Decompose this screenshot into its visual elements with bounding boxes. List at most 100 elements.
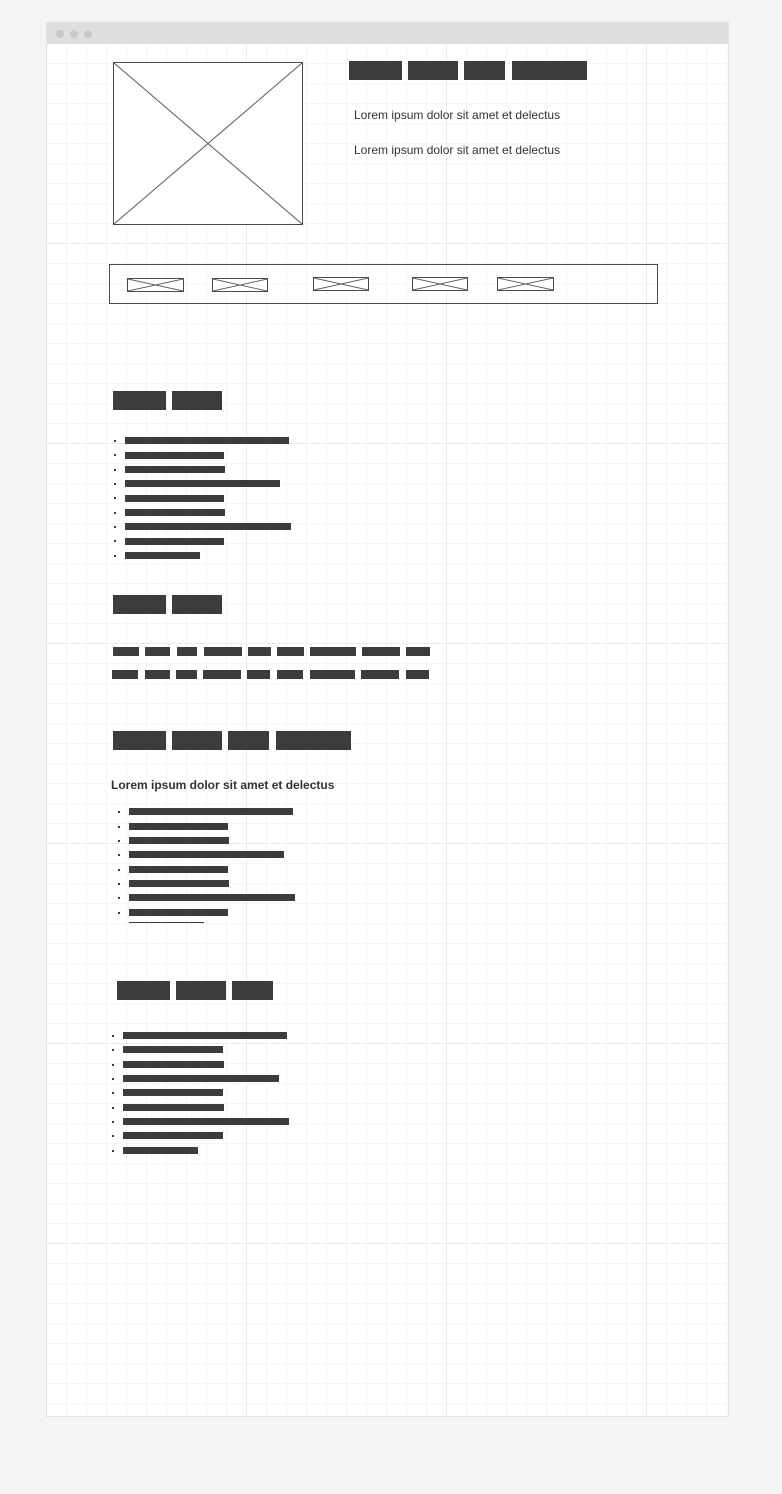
heading-word [113, 595, 166, 614]
bullet-icon [114, 454, 116, 456]
text-word [277, 670, 303, 679]
hero-title-word [464, 61, 505, 80]
bullet-icon [112, 1035, 114, 1037]
text-word [112, 670, 138, 679]
bullet-icon [118, 883, 120, 885]
heading-word [276, 731, 351, 750]
bullet-icon [112, 1135, 114, 1137]
hero-title-word [349, 61, 402, 80]
text-word [406, 670, 429, 679]
text-word [145, 670, 170, 679]
list-item [123, 1032, 287, 1039]
bullet-icon [114, 540, 116, 542]
thumb-2-image-placeholder-icon[interactable] [212, 278, 268, 292]
list-item [129, 880, 229, 887]
text-word [361, 670, 399, 679]
bullet-icon [114, 526, 116, 528]
list-item [129, 837, 229, 844]
list-item [123, 1046, 223, 1053]
bullet-icon [112, 1078, 114, 1080]
bullet-icon [118, 854, 120, 856]
heading-word [113, 391, 166, 410]
thumb-5-image-placeholder-icon[interactable] [497, 277, 554, 291]
list-item [125, 480, 280, 487]
text-word [406, 647, 430, 656]
list-item [129, 894, 295, 901]
wireframe-canvas: Lorem ipsum dolor sit amet et delectus L… [47, 44, 728, 1416]
bullet-icon [118, 912, 120, 914]
bullet-icon [118, 869, 120, 871]
thumb-1-image-placeholder-icon[interactable] [127, 278, 184, 292]
text-word [277, 647, 304, 656]
bullet-icon [112, 1150, 114, 1152]
heading-word [172, 731, 222, 750]
text-word [362, 647, 400, 656]
list-item [123, 1089, 223, 1096]
bullet-icon [112, 1107, 114, 1109]
text-word [203, 670, 241, 679]
text-word [310, 670, 355, 679]
list-item [123, 1118, 289, 1125]
bullet-icon [114, 497, 116, 499]
list-item [129, 851, 284, 858]
bullet-icon [114, 512, 116, 514]
text-word [248, 647, 271, 656]
bullet-icon [112, 1121, 114, 1123]
list-item [125, 523, 291, 530]
bullet-icon [118, 811, 120, 813]
window-minimize-dot[interactable] [70, 30, 78, 38]
hero-title-word [408, 61, 458, 80]
bullet-icon [112, 1092, 114, 1094]
window-maximize-dot[interactable] [84, 30, 92, 38]
bullet-icon [118, 826, 120, 828]
hero-title-word [512, 61, 587, 80]
list-item [125, 509, 225, 516]
list-item [125, 466, 225, 473]
list-item [123, 1075, 279, 1082]
hero-image-placeholder-icon [113, 62, 303, 225]
text-word [176, 670, 197, 679]
bullet-icon [114, 469, 116, 471]
heading-word [232, 981, 273, 1000]
list-item [125, 495, 224, 502]
list-item [123, 1132, 223, 1139]
list-item [129, 808, 293, 815]
heading-word [172, 391, 222, 410]
list-item [125, 437, 289, 444]
browser-window: Lorem ipsum dolor sit amet et delectus L… [46, 22, 729, 1417]
list-item [129, 866, 228, 873]
bullet-icon [112, 1049, 114, 1051]
window-titlebar [47, 23, 728, 44]
text-word [177, 647, 197, 656]
list-link-underline[interactable] [129, 922, 204, 923]
list-item [129, 909, 228, 916]
thumbnail-strip [109, 264, 658, 304]
list-item [125, 452, 224, 459]
heading-word [176, 981, 226, 1000]
heading-word [117, 981, 170, 1000]
list-item [123, 1104, 224, 1111]
bullet-icon [112, 1064, 114, 1066]
bullet-icon [118, 840, 120, 842]
text-word [247, 670, 270, 679]
list-item [123, 1147, 198, 1154]
bullet-icon [114, 483, 116, 485]
heading-word [228, 731, 269, 750]
heading-word [113, 731, 166, 750]
bullet-icon [114, 555, 116, 557]
text-word [310, 647, 356, 656]
list-item [125, 552, 200, 559]
text-word [113, 647, 139, 656]
bullet-icon [114, 440, 116, 442]
thumb-4-image-placeholder-icon[interactable] [412, 277, 468, 291]
list-item [129, 823, 228, 830]
text-word [145, 647, 170, 656]
text-word [204, 647, 242, 656]
window-close-dot[interactable] [56, 30, 64, 38]
section-4-subheading: Lorem ipsum dolor sit amet et delectus [111, 778, 335, 792]
hero-paragraph-2: Lorem ipsum dolor sit amet et delectus [354, 143, 561, 157]
list-item [123, 1061, 224, 1068]
hero-paragraph-1: Lorem ipsum dolor sit amet et delectus [354, 108, 561, 122]
heading-word [172, 595, 222, 614]
thumb-3-image-placeholder-icon[interactable] [313, 277, 369, 291]
